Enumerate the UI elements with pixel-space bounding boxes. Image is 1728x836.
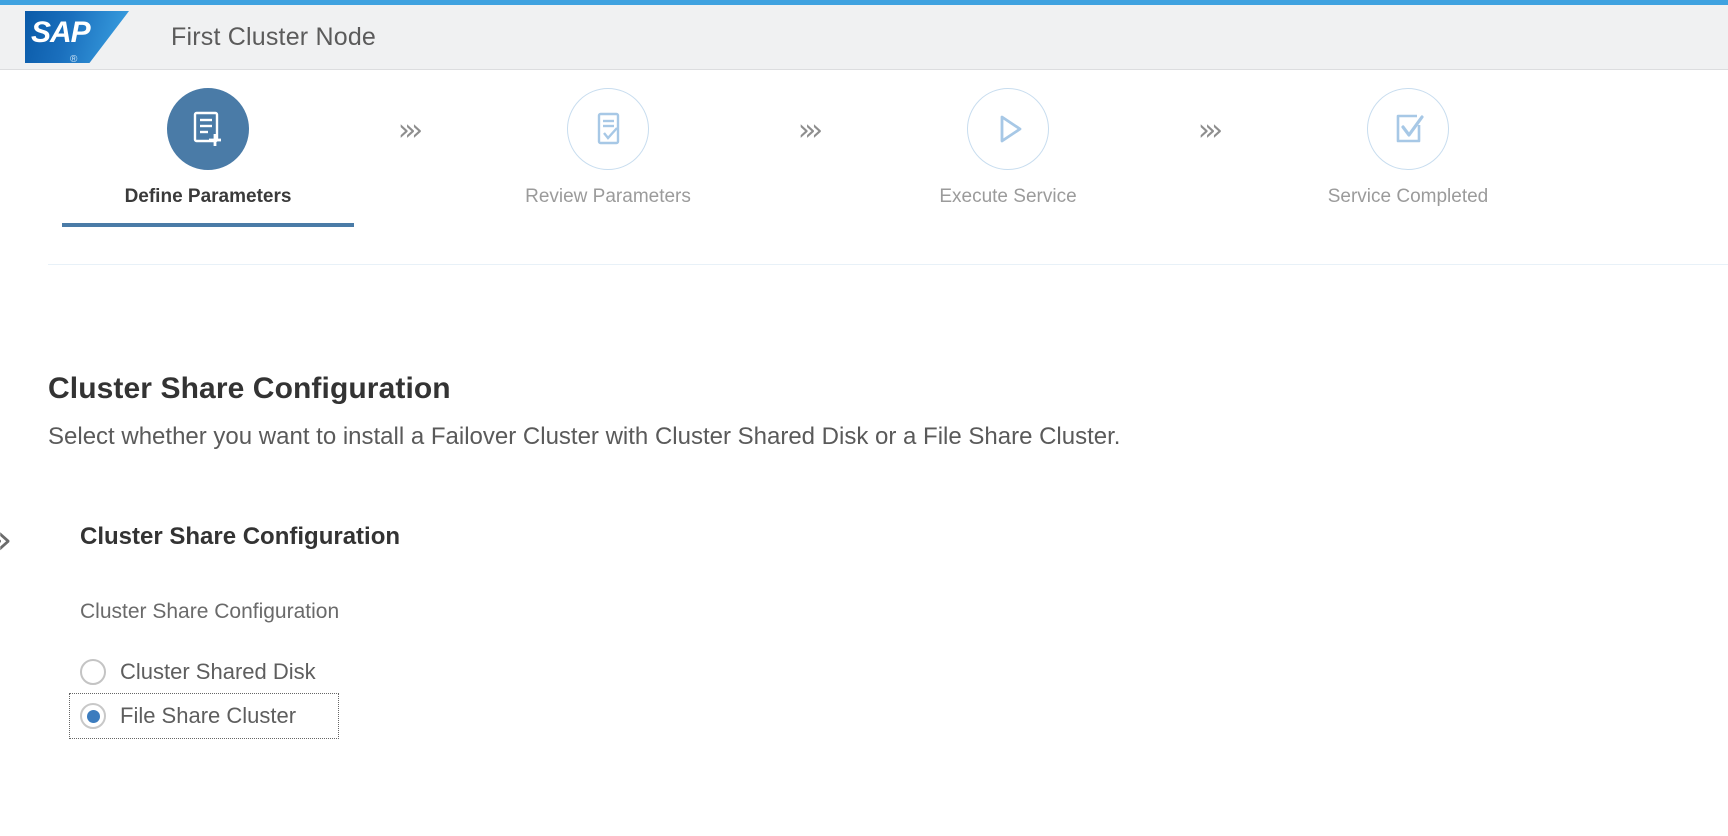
radio-option-file-share-cluster[interactable]: File Share Cluster (70, 694, 338, 738)
radio-button-unselected[interactable] (80, 659, 106, 685)
roadmap-separator: »› (368, 88, 448, 146)
step-circle-inactive (1367, 88, 1449, 170)
roadmap-step-review-parameters[interactable]: Review Parameters (448, 88, 768, 209)
registered-mark-icon: ® (70, 54, 77, 65)
step-circle-inactive (567, 88, 649, 170)
roadmap-step-execute-service[interactable]: Execute Service (848, 88, 1168, 209)
cluster-share-configuration-radio-group: Cluster Shared Disk File Share Cluster (80, 650, 338, 738)
step-circle-inactive (967, 88, 1049, 170)
field-label: Cluster Share Configuration (80, 600, 339, 624)
radio-option-label: File Share Cluster (120, 703, 296, 729)
document-check-icon (586, 107, 630, 151)
content-description: Select whether you want to install a Fai… (48, 423, 1120, 451)
radio-option-label: Cluster Shared Disk (120, 659, 316, 685)
document-add-icon (186, 107, 230, 151)
roadmap-step-label: Service Completed (1328, 186, 1489, 209)
roadmap-step-label: Review Parameters (525, 186, 691, 209)
radio-selected-dot-icon (87, 710, 100, 723)
active-step-underline (62, 223, 354, 227)
roadmap-step-define-parameters[interactable]: Define Parameters (48, 88, 368, 209)
roadmap-separator: »› (768, 88, 848, 146)
section-title: Cluster Share Configuration (80, 523, 400, 551)
play-icon (986, 107, 1030, 151)
checkbox-checked-icon (1386, 107, 1430, 151)
chevron-right-triple-icon: »› (398, 116, 418, 146)
chevron-right-triple-icon: »› (1198, 116, 1218, 146)
content-title: Cluster Share Configuration (48, 372, 451, 406)
radio-button-selected[interactable] (80, 703, 106, 729)
sap-logo-text: SAP (31, 18, 90, 48)
step-circle-active (167, 88, 249, 170)
page-title: First Cluster Node (171, 23, 376, 52)
radio-option-cluster-shared-disk[interactable]: Cluster Shared Disk (70, 650, 338, 694)
roadmap-step-label: Execute Service (939, 186, 1076, 209)
main-content: Cluster Share Configuration Select wheth… (0, 265, 1728, 836)
app-header: SAP ® First Cluster Node (0, 5, 1728, 70)
roadmap-separator: »› (1168, 88, 1248, 146)
wizard-roadmap: Define Parameters »› Review Parameters »… (0, 70, 1728, 265)
roadmap-step-service-completed[interactable]: Service Completed (1248, 88, 1568, 209)
chevron-right-double-icon: » (0, 520, 3, 560)
chevron-right-triple-icon: »› (798, 116, 818, 146)
roadmap-step-label: Define Parameters (125, 186, 292, 209)
